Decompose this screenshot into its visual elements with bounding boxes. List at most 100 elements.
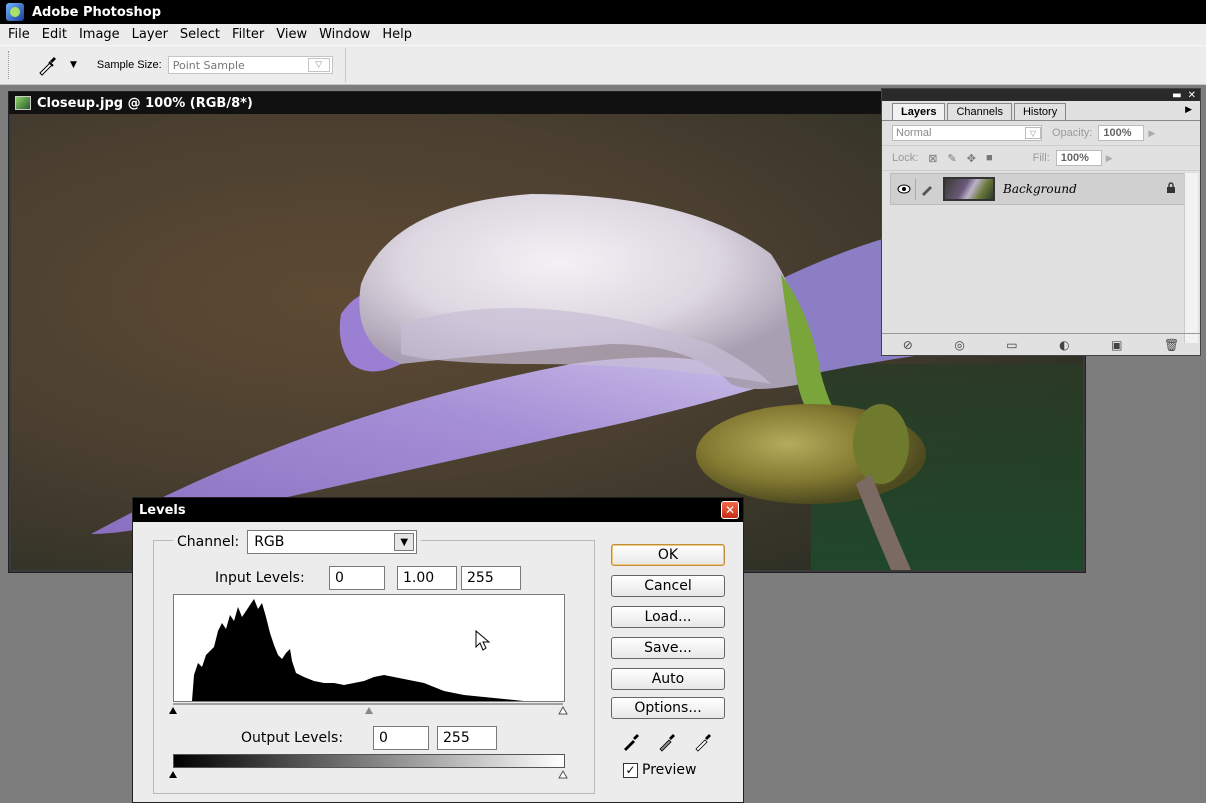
mouse-cursor-icon [474, 629, 492, 656]
close-icon[interactable]: ✕ [721, 501, 739, 519]
menu-edit[interactable]: Edit [36, 27, 73, 42]
mask-icon[interactable]: ▭ [1006, 338, 1017, 352]
app-title-bar: Adobe Photoshop [0, 0, 1206, 24]
lock-transparency-icon[interactable]: ⊠ [928, 152, 937, 165]
lock-move-icon[interactable]: ✥ [967, 152, 976, 165]
minimize-icon[interactable]: ▬ [1172, 90, 1181, 101]
link-icon[interactable]: ⊘ [903, 338, 913, 352]
histogram-graph [192, 599, 524, 701]
layers-panel: ▬ ✕ Layers Channels History ▶ Normal ▽ O… [881, 88, 1201, 356]
menu-filter[interactable]: Filter [226, 27, 270, 42]
lock-icon [1165, 181, 1177, 197]
tab-history[interactable]: History [1013, 103, 1067, 120]
chevron-down-icon[interactable]: ▽ [307, 58, 330, 72]
blend-row: Normal ▽ Opacity: 100% ▶ [882, 121, 1200, 146]
histogram [173, 594, 565, 702]
input-white-field[interactable]: 255 [461, 566, 521, 590]
blend-mode-value: Normal [896, 127, 932, 139]
menu-file[interactable]: File [2, 27, 36, 42]
brush-icon[interactable] [915, 178, 937, 200]
opacity-field[interactable]: 100% [1098, 125, 1145, 141]
input-slider[interactable] [169, 702, 569, 716]
channel-select[interactable]: RGB ▼ [247, 530, 418, 554]
adjustment-layer-icon[interactable]: ◐ [1059, 338, 1069, 352]
preview-label: Preview [642, 762, 697, 778]
output-black-slider-handle [169, 771, 177, 778]
channel-label: Channel: [177, 534, 240, 550]
app-title: Adobe Photoshop [32, 4, 162, 20]
channel-row: Channel: RGB ▼ [173, 530, 422, 554]
tool-preset-picker[interactable]: ▼ [36, 54, 77, 76]
menu-select[interactable]: Select [174, 27, 226, 42]
levels-title-bar[interactable]: Levels ✕ [133, 498, 743, 522]
panel-title-bar[interactable]: ▬ ✕ [882, 89, 1200, 101]
output-levels-label: Output Levels: [241, 730, 344, 746]
divider [344, 48, 346, 82]
output-white-slider-handle [558, 769, 568, 779]
trash-icon[interactable]: 🗑 [1164, 338, 1179, 352]
options-button[interactable]: Options... [611, 697, 725, 719]
photoshop-logo-icon [6, 3, 24, 21]
white-eyedropper-icon[interactable] [693, 730, 713, 752]
save-button[interactable]: Save... [611, 637, 725, 659]
eye-icon[interactable] [893, 178, 915, 200]
document-icon [15, 96, 31, 110]
eyedropper-icon [39, 57, 56, 76]
channel-value: RGB [254, 534, 285, 550]
lock-brush-icon[interactable]: ✎ [948, 152, 957, 165]
menu-bar: File Edit Image Layer Select Filter View… [0, 24, 1206, 45]
black-eyedropper-icon[interactable] [621, 730, 641, 752]
preview-checkbox[interactable]: ✓ [623, 762, 638, 778]
menu-image[interactable]: Image [73, 27, 126, 42]
fill-field[interactable]: 100% [1055, 150, 1102, 166]
chevron-down-icon[interactable]: ▼ [70, 60, 77, 70]
close-icon[interactable]: ✕ [1188, 90, 1196, 101]
options-bar-grip[interactable] [8, 51, 16, 79]
lock-row: Lock: ⊠ ✎ ✥ ■ Fill: 100% ▶ [882, 146, 1200, 171]
output-gradient-bar [173, 754, 565, 768]
preview-checkbox-row[interactable]: ✓ Preview [623, 762, 697, 778]
layer-name[interactable]: Background [1003, 182, 1077, 196]
tab-channels[interactable]: Channels [947, 103, 1012, 120]
ok-button[interactable]: OK [611, 544, 725, 566]
new-group-icon[interactable]: ▣ [1111, 338, 1122, 352]
document-title: Closeup.jpg @ 100% (RGB/8*) [37, 95, 253, 111]
menu-window[interactable]: Window [313, 27, 376, 42]
output-black-field[interactable]: 0 [373, 726, 429, 750]
input-levels-label: Input Levels: [215, 570, 305, 586]
output-white-field[interactable]: 255 [437, 726, 497, 750]
lock-all-icon[interactable]: ■ [986, 152, 993, 164]
menu-layer[interactable]: Layer [126, 27, 174, 42]
cancel-button[interactable]: Cancel [611, 575, 725, 597]
input-black-field[interactable]: 0 [329, 566, 385, 590]
layers-scrollbar[interactable] [1184, 173, 1198, 343]
auto-button[interactable]: Auto [611, 668, 725, 690]
panel-tabs: Layers Channels History ▶ [882, 101, 1200, 121]
input-gamma-field[interactable]: 1.00 [397, 566, 457, 590]
menu-view[interactable]: View [270, 27, 313, 42]
layer-style-icon[interactable]: ◎ [954, 338, 964, 352]
fill-label: Fill: [1032, 152, 1050, 164]
sample-size-select[interactable]: Point Sample ▽ [167, 56, 333, 74]
panel-menu-icon[interactable]: ▶ [1185, 105, 1192, 115]
chevron-down-icon[interactable]: ▼ [394, 533, 415, 551]
gray-eyedropper-icon[interactable] [657, 730, 677, 752]
layer-row-background[interactable]: Background [890, 173, 1186, 205]
opacity-slider-arrow-icon[interactable]: ▶ [1148, 128, 1155, 139]
lock-label: Lock: [892, 152, 919, 164]
layer-thumbnail [943, 177, 995, 201]
menu-help[interactable]: Help [376, 27, 418, 42]
white-point-slider-handle [558, 705, 568, 715]
gamma-slider-handle [365, 707, 373, 714]
load-button[interactable]: Load... [611, 606, 725, 628]
output-slider[interactable] [169, 768, 569, 780]
fill-slider-arrow-icon[interactable]: ▶ [1106, 153, 1113, 164]
opacity-label: Opacity: [1052, 127, 1093, 139]
blend-mode-select[interactable]: Normal ▽ [892, 125, 1042, 141]
tab-layers[interactable]: Layers [892, 103, 946, 120]
chevron-down-icon[interactable]: ▽ [1025, 127, 1041, 139]
sample-size-value: Point Sample [172, 58, 245, 72]
sample-size-label: Sample Size: [96, 59, 162, 71]
options-bar: ▼ Sample Size: Point Sample ▽ [0, 45, 1206, 85]
levels-dialog: Levels ✕ Channel: RGB ▼ Input Levels: 0 … [132, 497, 744, 803]
